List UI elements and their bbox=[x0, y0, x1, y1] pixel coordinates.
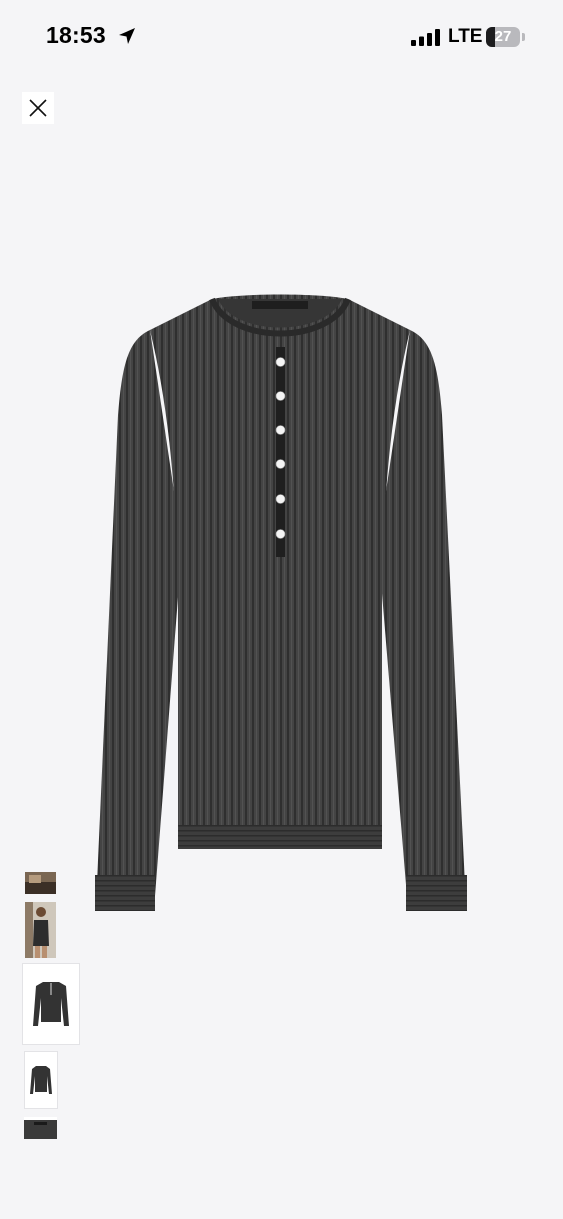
close-button[interactable] bbox=[22, 92, 54, 124]
battery-cap bbox=[522, 33, 525, 41]
thumbnail-front-image bbox=[33, 982, 69, 1026]
close-icon bbox=[29, 99, 47, 117]
battery-level: 27 bbox=[494, 28, 512, 45]
thumbnail-label[interactable] bbox=[24, 1117, 57, 1139]
location-arrow-icon bbox=[119, 28, 135, 44]
status-time: 18:53 bbox=[46, 22, 106, 48]
cellular-signal-icon bbox=[411, 29, 440, 46]
henley-sweater-image bbox=[95, 294, 467, 911]
thumbnail-model[interactable] bbox=[25, 902, 56, 958]
status-bar: 18:53 LTE 27 bbox=[0, 0, 563, 76]
network-type-label: LTE bbox=[448, 26, 483, 47]
thumbnail-detail[interactable] bbox=[25, 872, 56, 894]
thumbnail-model-image bbox=[25, 902, 56, 958]
thumbnail-label-image bbox=[24, 1117, 57, 1139]
thumbnail-back-image bbox=[30, 1066, 52, 1094]
battery-icon: 27 bbox=[486, 27, 520, 47]
product-gallery-screen: 18:53 LTE 27 bbox=[0, 0, 563, 1219]
thumbnail-front[interactable] bbox=[22, 963, 80, 1045]
thumbnail-detail-image bbox=[25, 872, 56, 894]
thumbnail-back[interactable] bbox=[24, 1051, 58, 1109]
